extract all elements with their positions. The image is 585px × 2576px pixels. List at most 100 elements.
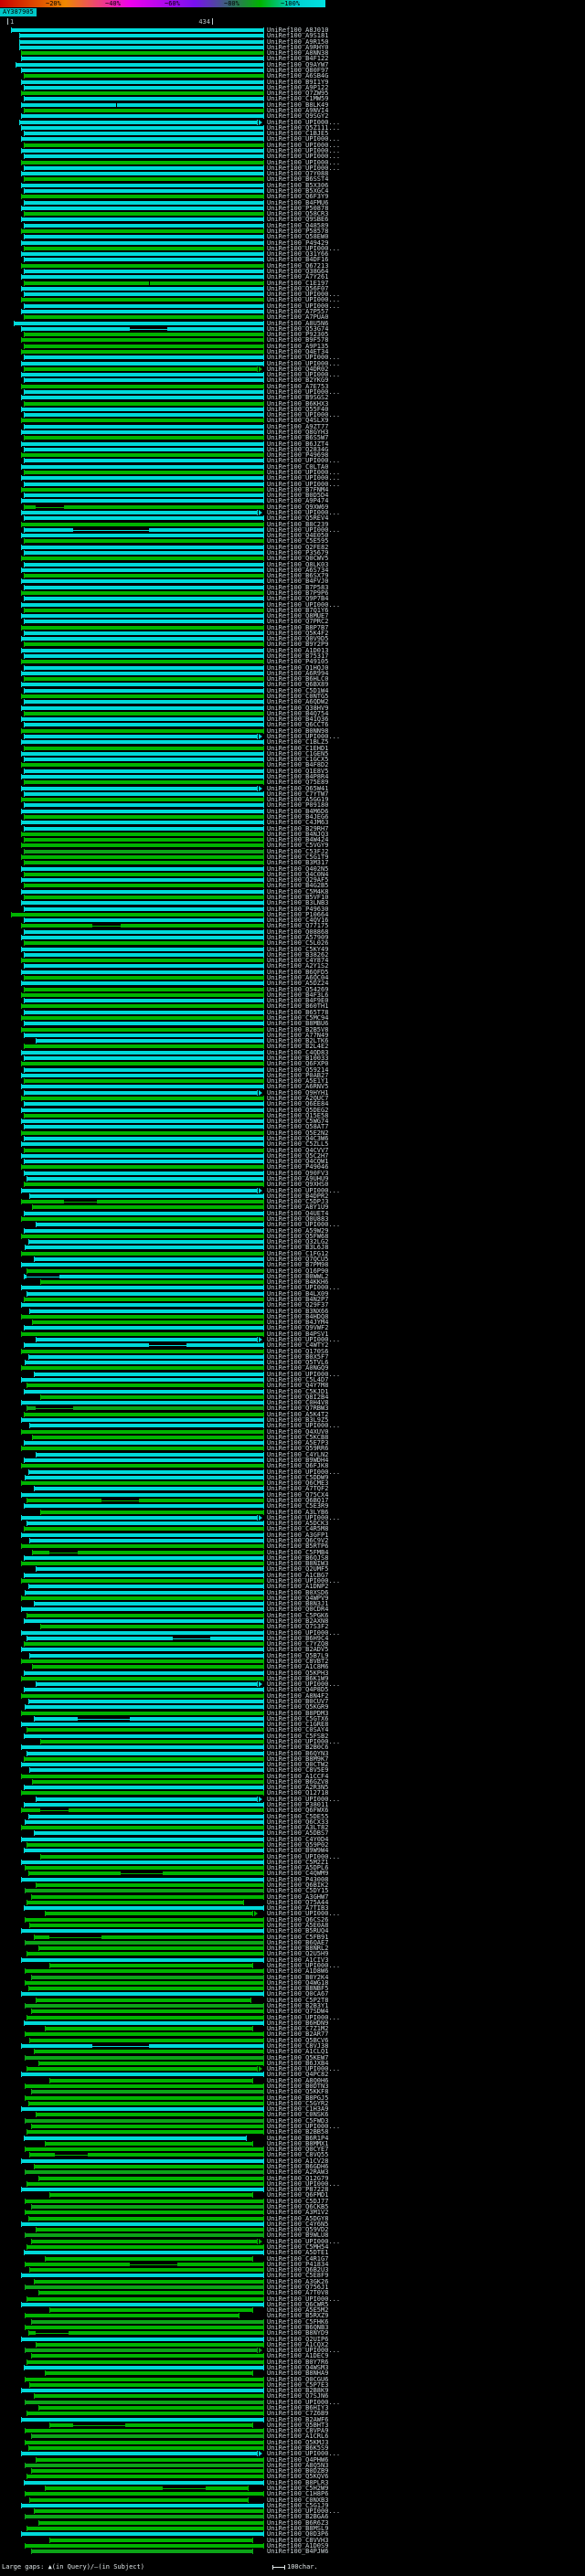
hit-bar[interactable] (23, 872, 263, 876)
hit-bar[interactable] (31, 1435, 263, 1439)
hit-bar[interactable] (35, 1883, 263, 1888)
hit-bar[interactable] (28, 1924, 263, 1928)
hit-bar[interactable] (23, 459, 263, 463)
hit-bar[interactable] (23, 1182, 263, 1187)
hit-bar[interactable] (33, 1256, 263, 1261)
hit-bar[interactable] (24, 2055, 263, 2060)
hit-bar[interactable] (28, 1424, 263, 1428)
hit-bar[interactable] (26, 2181, 263, 2186)
hit-bar[interactable] (23, 482, 263, 486)
hit-bar[interactable] (38, 2176, 263, 2180)
hit-bar[interactable] (23, 1148, 263, 1152)
hit-bar[interactable] (21, 1216, 263, 1221)
hit-bar[interactable] (21, 1200, 263, 1204)
hit-bar[interactable] (23, 1458, 263, 1462)
hit-bar[interactable] (49, 2193, 253, 2198)
hit-bar[interactable] (21, 1578, 263, 1583)
hit-bar[interactable] (23, 281, 263, 285)
hit-bar[interactable] (26, 2359, 263, 2364)
hit-bar[interactable] (21, 2107, 263, 2112)
hit-bar[interactable] (27, 1469, 263, 1474)
hit-bar[interactable] (21, 671, 263, 675)
hit-bar[interactable] (26, 1636, 263, 1640)
hit-bar[interactable] (35, 2228, 263, 2232)
hit-bar[interactable] (26, 2412, 263, 2416)
hit-bar[interactable] (23, 1211, 263, 1215)
hit-bar[interactable] (21, 717, 263, 722)
hit-bar[interactable] (21, 309, 263, 313)
hit-bar[interactable] (31, 1205, 263, 1210)
hit-bar[interactable] (21, 102, 263, 107)
hit-bar[interactable] (24, 1246, 263, 1250)
hit-bar[interactable] (21, 775, 263, 779)
hit-bar[interactable] (21, 2188, 263, 2192)
hit-bar[interactable] (21, 419, 263, 423)
hit-bar[interactable] (23, 1297, 263, 1301)
hit-bar[interactable] (23, 1033, 263, 1037)
hit-bar[interactable] (21, 602, 263, 607)
hit-bar[interactable] (23, 1171, 263, 1175)
hit-bar[interactable] (23, 929, 263, 934)
hit-bar[interactable] (35, 2457, 263, 2462)
hit-bar[interactable] (28, 1768, 263, 1773)
hit-bar[interactable] (23, 1022, 263, 1026)
hit-bar[interactable] (21, 866, 263, 871)
hit-bar[interactable] (40, 1510, 263, 1514)
hit-bar[interactable] (21, 625, 263, 630)
hit-bar[interactable] (23, 1642, 263, 1647)
hit-bar[interactable] (24, 2377, 263, 2381)
hit-bar[interactable] (21, 1826, 263, 1830)
hit-bar[interactable] (21, 91, 263, 96)
hit-bar[interactable] (21, 1097, 263, 1100)
hit-bar[interactable] (23, 631, 263, 635)
hit-bar[interactable] (23, 1573, 263, 1577)
hit-bar[interactable] (11, 28, 263, 32)
hit-bar[interactable] (21, 740, 263, 745)
hit-bar[interactable] (21, 1062, 263, 1066)
hit-bar[interactable] (30, 2239, 258, 2243)
hit-bar[interactable] (21, 728, 263, 733)
hit-bar[interactable] (24, 2147, 263, 2152)
hit-bar[interactable] (21, 441, 263, 446)
hit-bar[interactable] (24, 2285, 263, 2289)
hit-bar[interactable] (24, 1590, 263, 1595)
hit-bar[interactable] (21, 1263, 263, 1267)
hit-bar[interactable] (24, 1969, 263, 1974)
hit-bar[interactable] (21, 1532, 263, 1537)
hit-bar[interactable] (19, 39, 263, 44)
hit-bar[interactable] (27, 2445, 263, 2450)
hit-bar[interactable] (24, 2463, 263, 2467)
hit-bar[interactable] (21, 2337, 263, 2341)
hit-bar[interactable] (21, 878, 263, 883)
hit-bar[interactable] (21, 637, 263, 641)
hit-bar[interactable] (21, 2274, 263, 2278)
hit-bar[interactable] (33, 2509, 263, 2514)
hit-bar[interactable] (24, 2210, 263, 2215)
hit-bar[interactable] (40, 1280, 263, 1285)
hit-bar[interactable] (21, 1464, 263, 1468)
hit-bar[interactable] (21, 1607, 263, 1612)
hit-bar[interactable] (21, 2389, 263, 2393)
hit-bar[interactable] (21, 1085, 263, 1089)
hit-bar[interactable] (49, 1964, 253, 1968)
hit-bar[interactable] (40, 1739, 263, 1744)
hit-bar[interactable] (30, 2469, 263, 2474)
hit-bar[interactable] (21, 947, 263, 951)
hit-bar[interactable] (23, 258, 263, 262)
hit-bar[interactable] (23, 1228, 263, 1233)
hit-bar[interactable] (21, 1711, 263, 1715)
hit-bar[interactable] (21, 68, 263, 72)
hit-bar[interactable] (26, 1177, 263, 1181)
hit-bar[interactable] (23, 447, 263, 451)
hit-bar[interactable] (23, 2480, 263, 2485)
hit-bar[interactable] (23, 1786, 263, 1790)
hit-bar[interactable] (28, 1193, 263, 1198)
hit-bar[interactable] (23, 493, 263, 498)
hit-bar[interactable] (23, 723, 263, 727)
hit-bar[interactable] (23, 1113, 263, 1118)
hit-bar[interactable] (23, 1441, 263, 1446)
hit-bar[interactable] (24, 1866, 263, 1871)
hit-bar[interactable] (30, 2090, 263, 2094)
hit-bar[interactable] (24, 2199, 263, 2203)
hit-bar[interactable] (21, 1676, 263, 1680)
